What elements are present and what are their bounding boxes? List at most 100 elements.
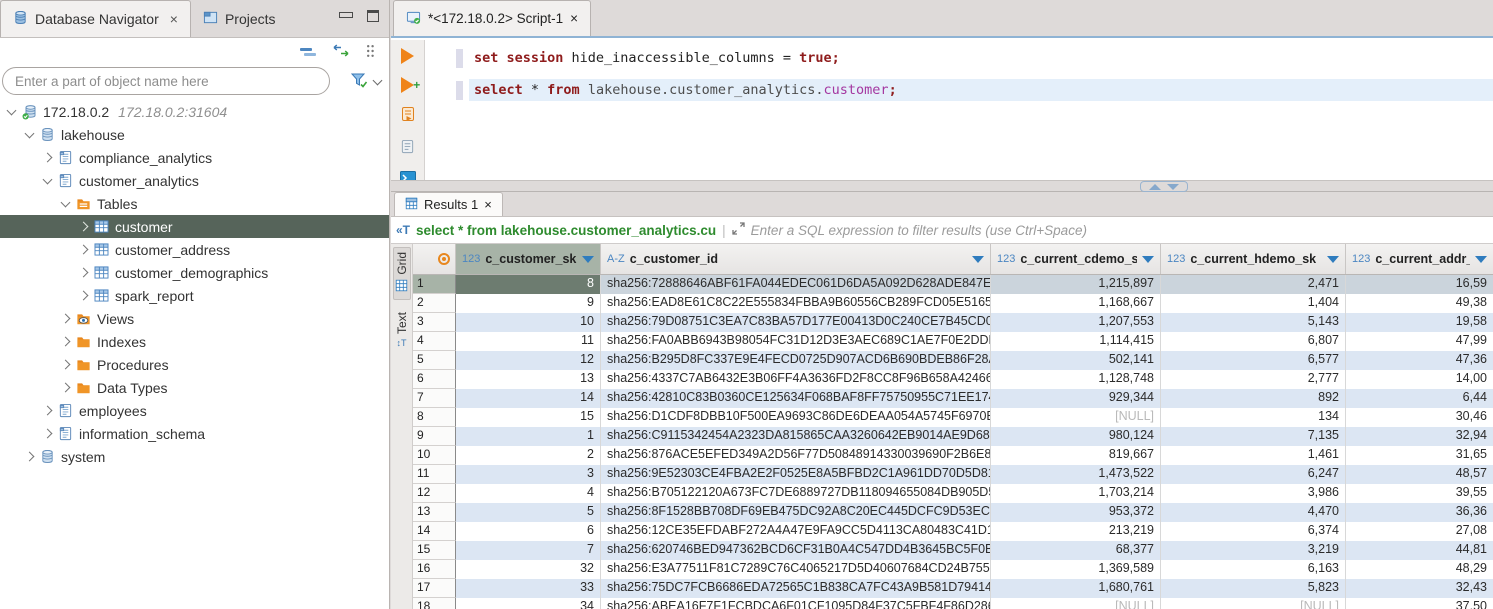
explain-plan-icon[interactable] [400, 139, 415, 158]
chevron-collapsed-icon[interactable] [79, 245, 89, 255]
object-search-input[interactable] [2, 67, 330, 95]
grid-cell[interactable]: sha256:620746BED947362BCD6CF31B0A4C547DD… [601, 541, 991, 560]
grid-cell[interactable]: 10 [456, 313, 601, 332]
chevron-collapsed-icon[interactable] [79, 268, 89, 278]
grid-cell[interactable]: 953,372 [991, 503, 1161, 522]
grid-cell[interactable]: 49,38 [1346, 294, 1493, 313]
grid-cell[interactable]: 11 [456, 332, 601, 351]
grid-cell[interactable]: sha256:42810C83B0360CE125634F068BAF8FF75… [601, 389, 991, 408]
chevron-expanded-icon[interactable] [43, 174, 53, 184]
collapse-down-icon[interactable] [1167, 184, 1179, 190]
column-header-c_current_hdemo_sk[interactable]: 123 c_current_hdemo_sk [1161, 244, 1346, 274]
rail-tab-grid[interactable]: Grid [393, 247, 411, 300]
grid-cell[interactable]: [NULL] [1161, 598, 1346, 609]
row-number[interactable]: 18 [413, 598, 456, 609]
column-dropdown-icon[interactable] [1327, 256, 1339, 263]
grid-cell[interactable]: sha256:876ACE5EFED349A2D56F77D5084891433… [601, 446, 991, 465]
grid-cell[interactable]: 213,219 [991, 522, 1161, 541]
grid-corner-cell[interactable] [413, 244, 456, 274]
grid-cell[interactable]: 819,667 [991, 446, 1161, 465]
row-number[interactable]: 14 [413, 522, 456, 541]
grid-cell[interactable]: 1,461 [1161, 446, 1346, 465]
grid-cell[interactable]: 48,29 [1346, 560, 1493, 579]
grid-cell[interactable]: 32,43 [1346, 579, 1493, 598]
collapse-all-icon[interactable] [300, 45, 316, 60]
tree-item-customer-address[interactable]: customer_address [0, 238, 389, 261]
collapse-up-icon[interactable] [1149, 184, 1161, 190]
column-header-c_current_addr_sk[interactable]: 123 c_current_addr_sk [1346, 244, 1493, 274]
row-number[interactable]: 17 [413, 579, 456, 598]
grid-cell[interactable]: 19,58 [1346, 313, 1493, 332]
row-number[interactable]: 6 [413, 370, 456, 389]
grid-cell[interactable]: 7,135 [1161, 427, 1346, 446]
chevron-collapsed-icon[interactable] [43, 153, 53, 163]
execute-statement-icon[interactable] [401, 48, 414, 64]
grid-cell[interactable]: sha256:8F1528BB708DF69EB475DC92A8C20EC44… [601, 503, 991, 522]
column-dropdown-icon[interactable] [1475, 256, 1487, 263]
grid-cell[interactable]: 32 [456, 560, 601, 579]
grid-cell[interactable]: sha256:12CE35EFDABF272A4A47E9FA9CC5D4113… [601, 522, 991, 541]
execute-new-tab-icon[interactable]: + [401, 77, 414, 93]
grid-cell[interactable]: 2,471 [1161, 275, 1346, 294]
column-header-c_customer_id[interactable]: A-Z c_customer_id [601, 244, 991, 274]
grid-cell[interactable]: 14,00 [1346, 370, 1493, 389]
filter-placeholder[interactable]: Enter a SQL expression to filter results… [751, 223, 1087, 238]
close-icon[interactable]: × [484, 197, 492, 212]
grid-cell[interactable]: 4,470 [1161, 503, 1346, 522]
tree-item-customer[interactable]: customer [0, 215, 389, 238]
filter-query-text[interactable]: select * from lakehouse.customer_analyti… [416, 223, 716, 238]
grid-cell[interactable]: 1,128,748 [991, 370, 1161, 389]
grid-cell[interactable]: 32,94 [1346, 427, 1493, 446]
chevron-collapsed-icon[interactable] [43, 406, 53, 416]
grid-cell[interactable]: 2 [456, 446, 601, 465]
grid-cell[interactable]: 929,344 [991, 389, 1161, 408]
tree-item-lakehouse[interactable]: lakehouse [0, 123, 389, 146]
grid-cell[interactable]: sha256:C9115342454A2323DA815865CAA326064… [601, 427, 991, 446]
row-number[interactable]: 8 [413, 408, 456, 427]
close-icon[interactable]: × [570, 11, 578, 26]
row-number[interactable]: 16 [413, 560, 456, 579]
tree-item-information-schema[interactable]: information_schema [0, 422, 389, 445]
chevron-collapsed-icon[interactable] [79, 222, 89, 232]
grid-cell[interactable]: sha256:B295D8FC337E9E4FECD0725D907ACD6B6… [601, 351, 991, 370]
grid-cell[interactable]: 6,577 [1161, 351, 1346, 370]
grid-cell[interactable]: sha256:4337C7AB6432E3B06FF4A3636FD2F8CC8… [601, 370, 991, 389]
grid-cell[interactable]: sha256:79D08751C3EA7C83BA57D177E00413D0C… [601, 313, 991, 332]
row-number[interactable]: 2 [413, 294, 456, 313]
tree-item-tables[interactable]: Tables [0, 192, 389, 215]
grid-cell[interactable]: 12 [456, 351, 601, 370]
grid-cell[interactable]: 6,44 [1346, 389, 1493, 408]
grid-cell[interactable]: [NULL] [991, 408, 1161, 427]
chevron-expanded-icon[interactable] [61, 197, 71, 207]
chevron-collapsed-icon[interactable] [61, 314, 71, 324]
tree-item-spark-report[interactable]: spark_report [0, 284, 389, 307]
column-dropdown-icon[interactable] [972, 256, 984, 263]
grid-cell[interactable]: 1,369,589 [991, 560, 1161, 579]
grid-cell[interactable]: 1,680,761 [991, 579, 1161, 598]
grid-cell[interactable]: 6 [456, 522, 601, 541]
editor-results-splitter[interactable] [391, 180, 1493, 192]
grid-cell[interactable]: 48,57 [1346, 465, 1493, 484]
grid-cell[interactable]: 44,81 [1346, 541, 1493, 560]
grid-cell[interactable]: [NULL] [991, 598, 1161, 609]
grid-cell[interactable]: 1,703,214 [991, 484, 1161, 503]
view-menu-icon[interactable] [366, 44, 375, 61]
tree-item-views[interactable]: Views [0, 307, 389, 330]
grid-cell[interactable]: 37,50 [1346, 598, 1493, 609]
grid-cell[interactable]: sha256:E3A77511F81C7289C76C4065217D5D406… [601, 560, 991, 579]
tab-sql-script[interactable]: *<172.18.0.2> Script-1 × [393, 0, 591, 36]
row-number[interactable]: 5 [413, 351, 456, 370]
grid-cell[interactable]: 34 [456, 598, 601, 609]
tree-item-employees[interactable]: employees [0, 399, 389, 422]
minimize-icon[interactable] [339, 10, 351, 22]
chevron-collapsed-icon[interactable] [61, 360, 71, 370]
grid-cell[interactable]: 3,986 [1161, 484, 1346, 503]
row-number[interactable]: 9 [413, 427, 456, 446]
chevron-collapsed-icon[interactable] [61, 383, 71, 393]
grid-cell[interactable]: 33 [456, 579, 601, 598]
grid-cell[interactable]: sha256:ABEA16F7F1FCBDCA6F01CF1095D84F37C… [601, 598, 991, 609]
column-dropdown-icon[interactable] [582, 256, 594, 263]
tab-database-navigator[interactable]: Database Navigator × [0, 0, 191, 37]
grid-cell[interactable]: sha256:D1CDF8DBB10F500EA9693C86DE6DEAA05… [601, 408, 991, 427]
grid-cell[interactable]: 5,823 [1161, 579, 1346, 598]
